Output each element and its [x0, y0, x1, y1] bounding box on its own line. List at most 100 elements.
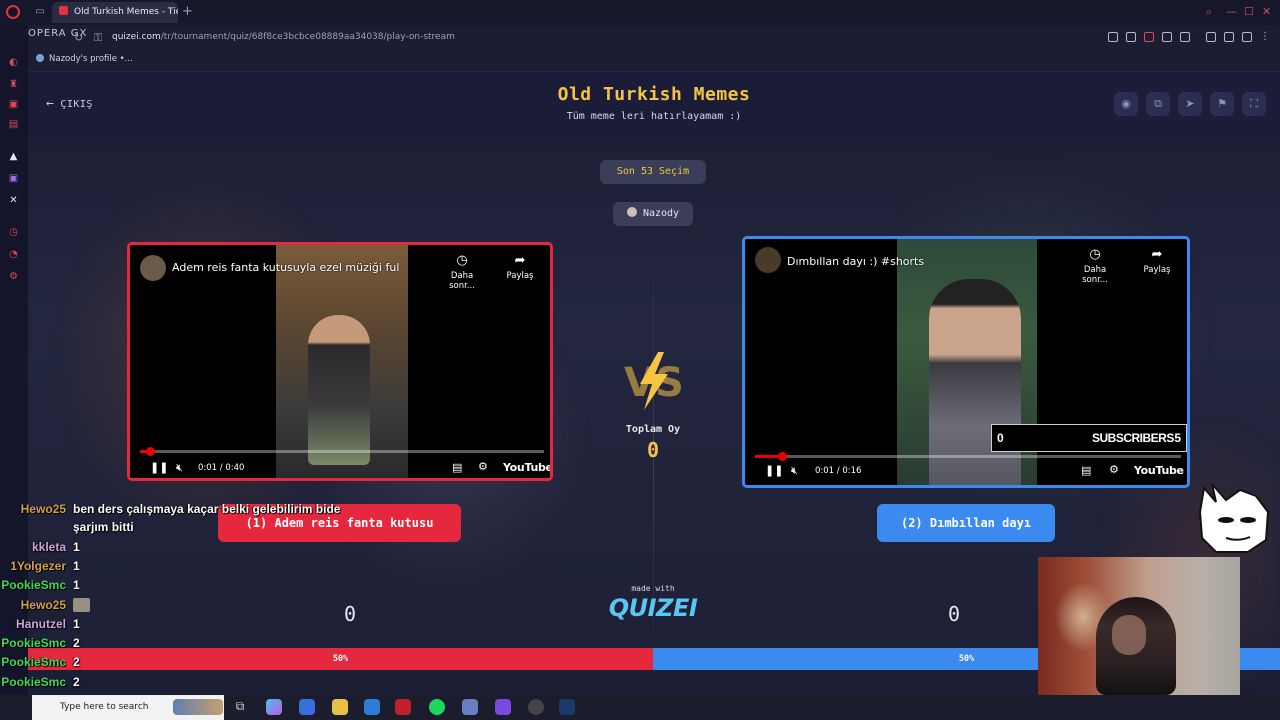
history-icon[interactable]: ◷ [8, 227, 19, 238]
subscriber-count-left: 0 [997, 431, 1004, 445]
pause-icon[interactable]: ❚❚ [150, 461, 168, 474]
mute-icon[interactable]: 🔇︎ [176, 461, 183, 475]
video-player-right[interactable]: Dımbıllan dayı :) #shorts ◷ Daha sonr... … [742, 236, 1190, 488]
gx-corner-icon[interactable]: ▣ [8, 99, 19, 110]
steam-icon[interactable] [559, 699, 575, 715]
progress-handle[interactable] [146, 447, 155, 456]
video-player-left[interactable]: Adem reis fanta kutusuyla ezel müziği fu… [127, 242, 553, 481]
more-icon[interactable]: ⋮ [1260, 32, 1270, 42]
youtube-logo[interactable]: YouTube [1134, 464, 1184, 477]
captions-icon[interactable]: ▤ [1081, 464, 1091, 477]
app-icon[interactable]: ▲ [8, 151, 19, 162]
bookmark-nazody-profile[interactable]: Nazody's profile •... [36, 54, 133, 64]
chat-username: PookieSmc [1, 578, 66, 592]
gear-icon[interactable]: ⚙ [478, 460, 488, 473]
search-highlight-icon[interactable] [173, 699, 223, 715]
file-explorer-icon[interactable] [332, 699, 348, 715]
tab-menu-icon[interactable]: ▭ [34, 6, 46, 18]
store-icon[interactable] [299, 699, 315, 715]
home-icon[interactable]: ◐ [8, 57, 19, 68]
heart-icon[interactable] [1180, 32, 1190, 42]
app-icon-2[interactable] [462, 699, 478, 715]
obs-icon[interactable] [528, 699, 544, 715]
reload-icon[interactable]: ↻ [74, 31, 83, 44]
gx-control-icon[interactable]: ♜ [8, 79, 19, 90]
bookmark-icon [36, 54, 44, 62]
choice-button-right[interactable]: (2) Dımbıllan dayı [877, 504, 1055, 542]
translate-icon[interactable] [1162, 32, 1172, 42]
download-icon[interactable] [1242, 32, 1252, 42]
chat-text: 1 [73, 540, 80, 554]
share-arrow-icon: ➦ [1151, 247, 1163, 262]
share-external-icon[interactable]: ⧉ [1146, 92, 1170, 116]
bookmarks-bar [0, 51, 1280, 72]
avatar [626, 207, 637, 217]
quiz-header: ← ÇIKIŞ Old Turkish Memes Tüm meme leri h… [28, 72, 1280, 136]
quizei-logo[interactable]: QUIZEI [600, 594, 706, 622]
video-title[interactable]: Dımbıllan dayı :) #shorts [787, 255, 924, 268]
last-votes-badge: Son 53 Seçim [600, 160, 706, 184]
flag-icon[interactable]: ⚑ [1210, 92, 1234, 116]
chat-text: şarjım bitti [73, 520, 134, 534]
x-icon[interactable]: ✕ [8, 195, 19, 206]
tab-quizei[interactable]: Old Turkish Memes - Tier [52, 2, 178, 23]
downloads-icon[interactable]: ◔ [8, 249, 19, 260]
channel-avatar[interactable] [755, 247, 781, 273]
chat-username: PookieSmc [1, 675, 66, 689]
youtube-logo[interactable]: YouTube [503, 461, 550, 474]
video-subject [308, 315, 370, 465]
chat-text: 2 [73, 675, 80, 689]
opera-gx-icon[interactable] [6, 5, 20, 19]
webcam-face [1112, 615, 1146, 655]
outlook-icon[interactable] [364, 699, 380, 715]
progress-handle[interactable] [778, 452, 787, 461]
discord-icon[interactable] [495, 699, 511, 715]
browser-tabbar: ▭ Old Turkish Memes - Tier + ⌕ — ☐ ✕ [0, 0, 1280, 25]
video-title[interactable]: Adem reis fanta kutusuyla ezel müziği fu… [172, 261, 399, 274]
captions-icon[interactable]: ▤ [452, 461, 462, 474]
send-icon[interactable]: ➤ [1178, 92, 1202, 116]
copilot-icon[interactable] [266, 699, 282, 715]
made-with-label: made with [631, 584, 675, 593]
screenshot-icon[interactable] [1126, 32, 1136, 42]
streamer-badge: Nazody [613, 202, 693, 226]
mute-icon[interactable]: 🔇︎ [791, 464, 798, 478]
watch-later-button[interactable]: ◷ Daha sonr... [1070, 247, 1120, 285]
wallet-icon[interactable] [1224, 32, 1234, 42]
player-icon[interactable]: ▤ [8, 119, 19, 130]
progress-bar[interactable] [140, 447, 544, 456]
site-info-icon[interactable]: ⚿ [94, 31, 102, 45]
share-button[interactable]: ➦ Paylaş [1132, 247, 1182, 275]
chat-message: şarjım bitti [0, 520, 420, 539]
subscriber-count-right: 5 [1174, 431, 1181, 445]
watch-later-label: Daha sonr... [1082, 265, 1108, 285]
eye-icon[interactable]: ◉ [1114, 92, 1138, 116]
gear-icon[interactable]: ⚙ [1109, 463, 1119, 476]
spotify-icon[interactable] [429, 699, 445, 715]
extensions-icon[interactable] [1206, 32, 1216, 42]
progress-bar[interactable] [755, 452, 1181, 461]
fullscreen-icon[interactable]: ⛶ [1242, 92, 1266, 116]
watch-later-button[interactable]: ◷ Daha sonr... [437, 253, 487, 291]
pin-icon[interactable] [1108, 32, 1118, 42]
chat-message: kkleta 1 [0, 540, 420, 559]
close-window-icon[interactable]: ✕ [1262, 5, 1271, 18]
settings-icon[interactable]: ⚙ [8, 271, 19, 282]
url-field[interactable]: quizei.com/tr/tournament/quiz/68f8ce3bcb… [112, 32, 455, 42]
new-tab-button[interactable]: + [182, 4, 193, 19]
tab-title: Old Turkish Memes - Tier [74, 7, 178, 17]
task-view-icon[interactable]: ⧉ [232, 699, 248, 715]
share-label: Paylaş [506, 271, 534, 281]
page-title: Old Turkish Memes [557, 84, 751, 105]
share-button[interactable]: ➦ Paylaş [495, 253, 545, 281]
channel-avatar[interactable] [140, 255, 166, 281]
pause-icon[interactable]: ❚❚ [765, 464, 783, 477]
chat-message: Hanutzel 1 [0, 617, 420, 636]
meme-face-icon [1198, 483, 1270, 553]
search-tabs-icon[interactable]: ⌕ [1206, 5, 1212, 19]
maximize-icon[interactable]: ☐ [1244, 5, 1254, 18]
twitch-icon[interactable]: ▣ [8, 173, 19, 184]
minimize-icon[interactable]: — [1226, 5, 1237, 18]
opera-gx-taskbar-icon[interactable] [395, 699, 411, 715]
adblock-icon[interactable] [1144, 32, 1154, 42]
